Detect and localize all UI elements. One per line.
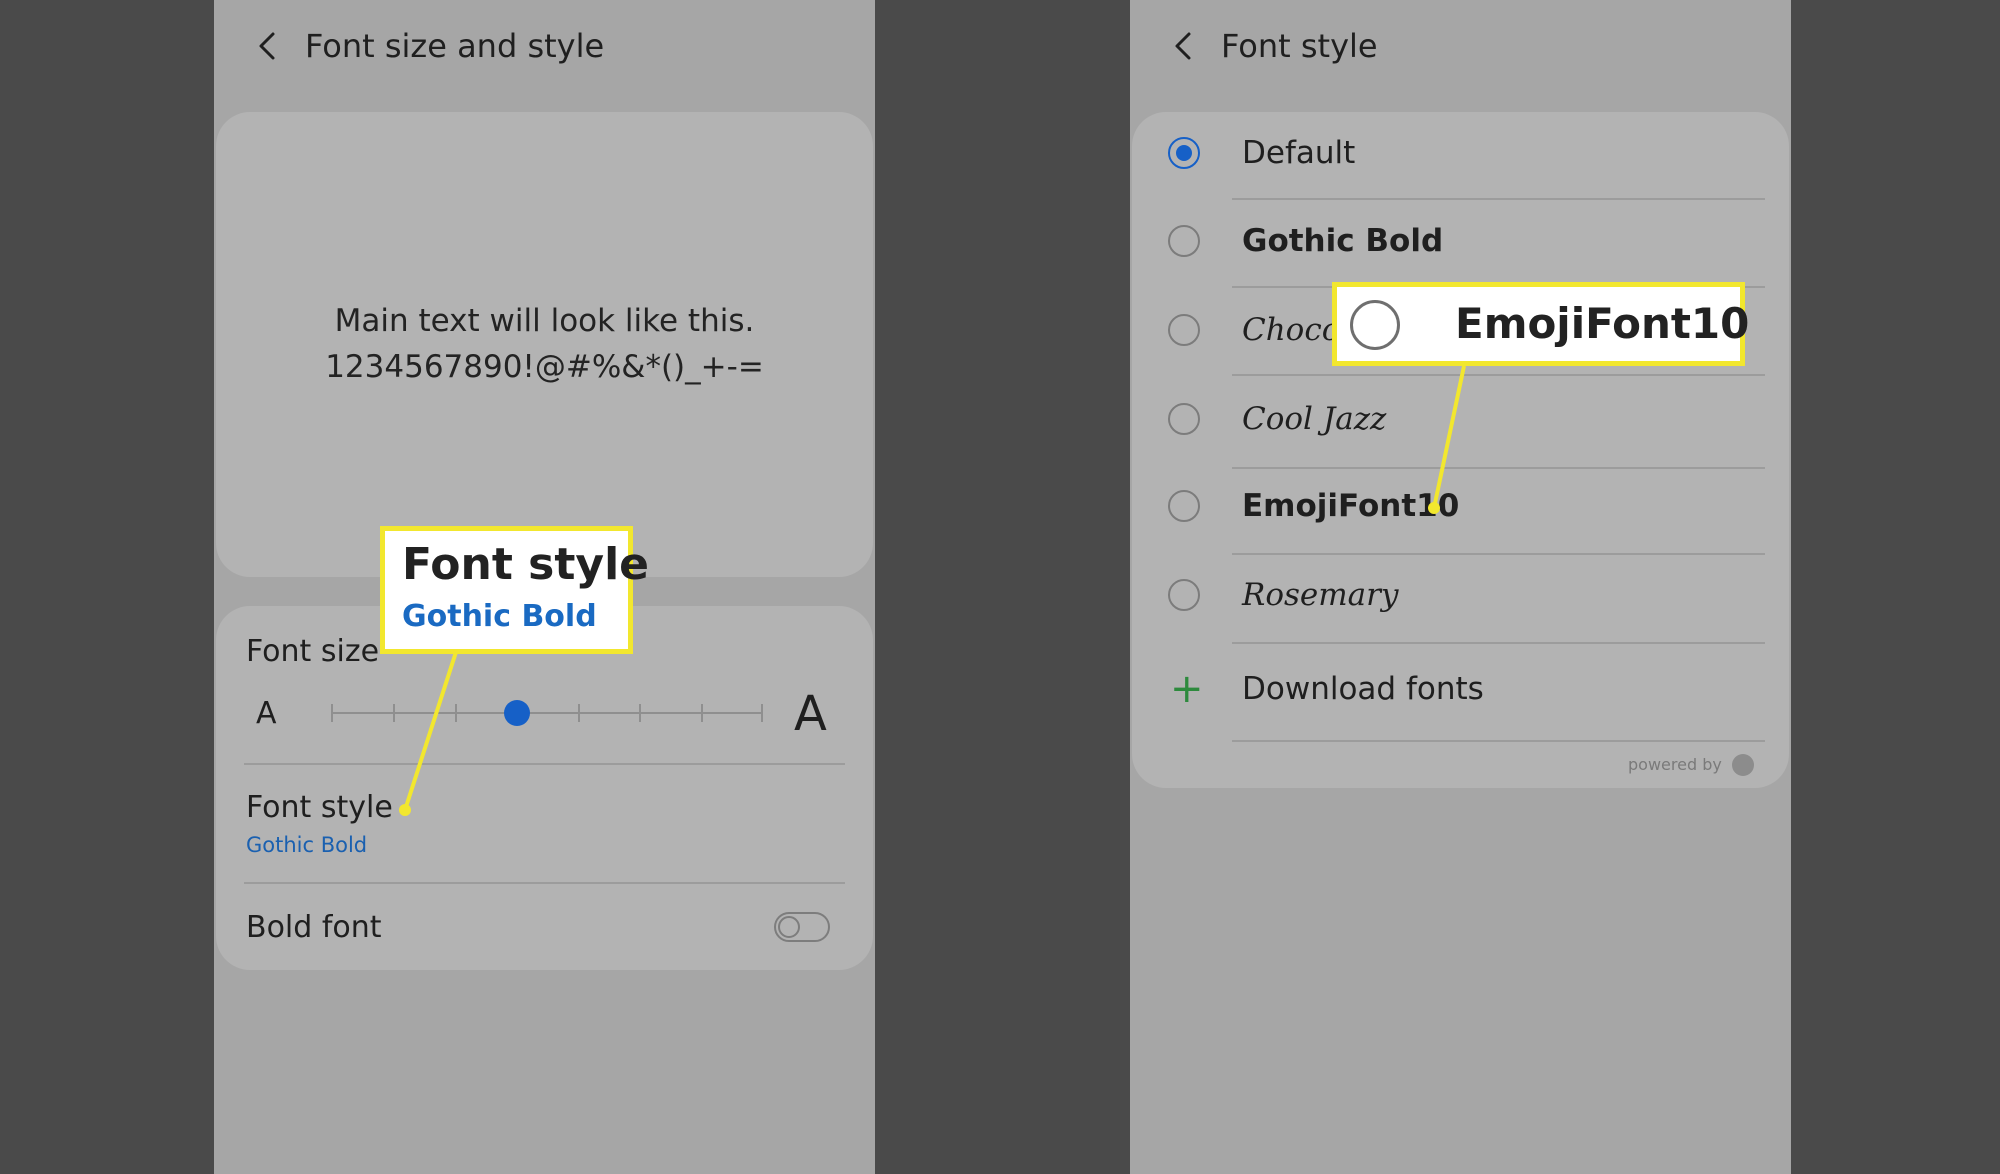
divider [244, 882, 845, 884]
download-fonts-link[interactable]: Download fonts [1242, 667, 1484, 711]
divider [1232, 642, 1765, 644]
preview-card: Main text will look like this. 123456789… [216, 112, 873, 577]
radio-emojifont10[interactable] [1168, 490, 1200, 522]
callout-title: Font style [402, 539, 650, 590]
app-bar: Font size and style [214, 0, 875, 92]
font-size-slider-track[interactable] [332, 712, 762, 714]
radio-gothic-bold[interactable] [1168, 225, 1200, 257]
bold-font-label: Bold font [246, 910, 382, 945]
slider-tick [701, 704, 703, 722]
slider-tick [455, 704, 457, 722]
callout-value: Gothic Bold [402, 599, 597, 634]
callout-radio-icon [1350, 300, 1400, 350]
divider [1232, 198, 1765, 200]
option-choco[interactable]: Choco [1242, 308, 1340, 352]
bold-font-toggle[interactable] [774, 912, 830, 942]
font-style-value: Gothic Bold [246, 833, 368, 857]
option-rosemary[interactable]: Rosemary [1242, 573, 1398, 617]
radio-choco[interactable] [1168, 314, 1200, 346]
radio-default[interactable] [1168, 137, 1200, 169]
font-size-large-glyph: A [794, 686, 827, 742]
page-title: Font style [1221, 27, 1378, 65]
divider [244, 763, 845, 765]
callout-label: EmojiFont10 [1455, 299, 1750, 348]
slider-tick [639, 704, 641, 722]
font-size-label: Font size [246, 634, 380, 669]
option-gothic-bold[interactable]: Gothic Bold [1242, 219, 1443, 263]
settings-card: Font size A A Font style Gothic Bold Bol… [216, 606, 873, 970]
font-size-small-glyph: A [256, 696, 277, 731]
font-style-callout: Font style Gothic Bold [380, 526, 649, 654]
slider-tick [331, 704, 333, 722]
emojifont10-callout: EmojiFont10 [1332, 282, 1749, 366]
provider-logo-icon [1732, 754, 1754, 776]
font-style-label[interactable]: Font style [246, 788, 393, 828]
font-options-card: Default Gothic Bold Choco Cool Jazz Emoj… [1132, 112, 1789, 788]
divider [1232, 467, 1765, 469]
font-size-slider-thumb[interactable] [503, 700, 530, 726]
radio-cool-jazz[interactable] [1168, 403, 1200, 435]
plus-icon[interactable]: + [1170, 667, 1204, 711]
option-default[interactable]: Default [1242, 131, 1355, 175]
slider-tick [578, 704, 580, 722]
divider [1232, 374, 1765, 376]
back-arrow-icon[interactable] [248, 24, 288, 68]
slider-tick [393, 704, 395, 722]
page-title: Font size and style [305, 27, 605, 65]
option-emojifont10[interactable]: EmojiFont10 [1242, 484, 1459, 528]
app-bar: Font style [1130, 0, 1791, 92]
radio-rosemary[interactable] [1168, 579, 1200, 611]
font-style-screen: Font style Default Gothic Bold Choco Coo… [1130, 0, 1791, 1174]
option-cool-jazz[interactable]: Cool Jazz [1242, 397, 1386, 441]
back-arrow-icon[interactable] [1164, 24, 1204, 68]
slider-tick [761, 704, 763, 722]
divider [1232, 740, 1765, 742]
preview-text-line-1: Main text will look like this. [334, 303, 755, 339]
toggle-knob [778, 916, 800, 938]
divider [1232, 553, 1765, 555]
preview-text-line-2: 1234567890!@#%&*()_+-= [325, 349, 764, 385]
powered-by-text: powered by [1628, 755, 1722, 774]
